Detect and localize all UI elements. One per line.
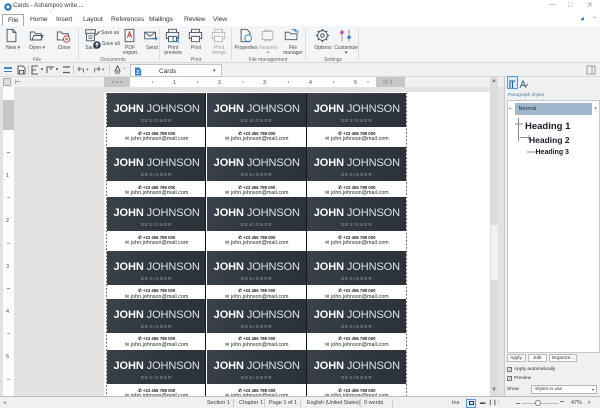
svg-text:1: 1 — [173, 80, 176, 86]
svg-text:5: 5 — [354, 80, 357, 86]
svg-text:4: 4 — [6, 309, 9, 315]
svg-text:2: 2 — [218, 80, 221, 86]
svg-text:4: 4 — [309, 80, 312, 86]
svg-text:2: 2 — [6, 218, 9, 224]
svg-text:3: 3 — [6, 264, 9, 270]
svg-text:5: 5 — [6, 354, 9, 360]
svg-text:1: 1 — [6, 173, 9, 179]
svg-text:3: 3 — [263, 80, 266, 86]
